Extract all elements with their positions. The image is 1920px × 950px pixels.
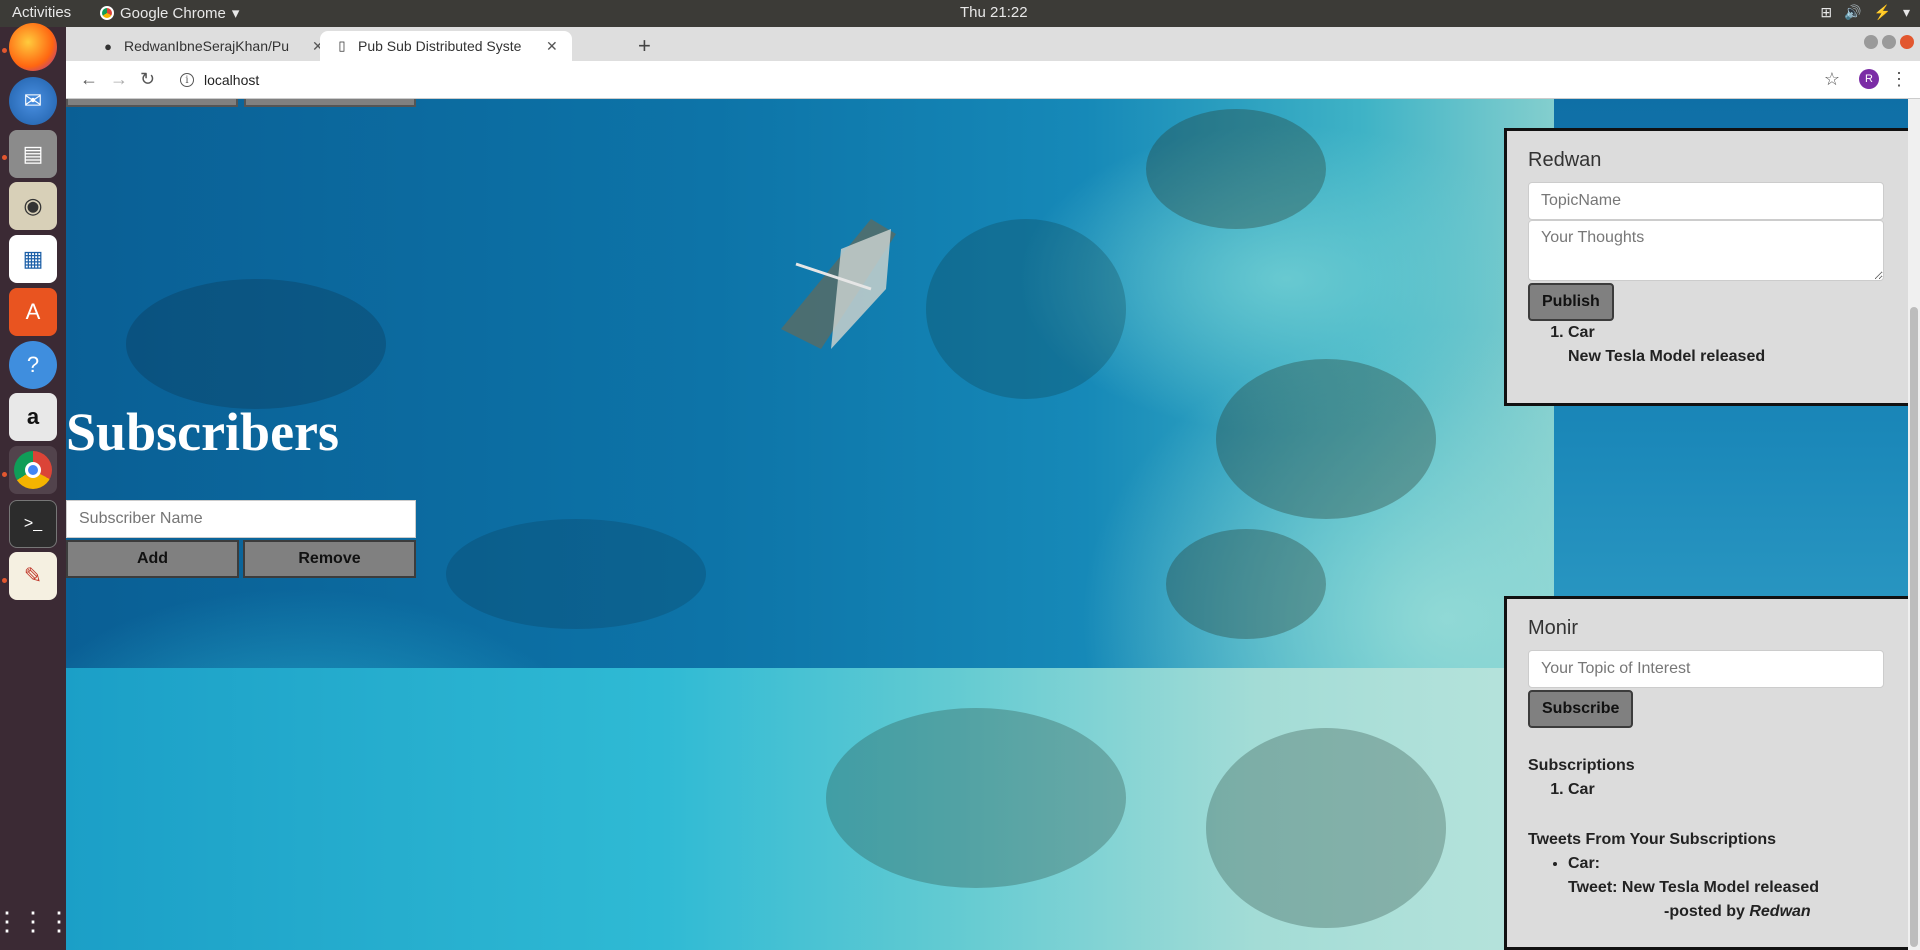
firefox-icon[interactable] (9, 23, 57, 71)
add-subscriber-button[interactable]: Add (66, 540, 239, 578)
list-item: Car New Tesla Model released (1568, 321, 1895, 369)
remove-subscriber-button[interactable]: Remove (243, 540, 416, 578)
subscriber-name: Monir (1528, 617, 1579, 639)
writer-icon[interactable]: ▦ (9, 235, 57, 283)
list-item: Car: Tweet: New Tesla Model released -po… (1568, 852, 1895, 924)
minimize-button[interactable] (1864, 35, 1878, 49)
github-icon: ● (104, 38, 112, 54)
subscriber-card: Monir Subscribe Subscriptions Car Tweets… (1504, 596, 1916, 950)
tab-title: Pub Sub Distributed Syste (358, 38, 522, 54)
window-controls (1864, 35, 1914, 49)
rhythmbox-icon[interactable]: ◉ (9, 182, 57, 230)
publish-button[interactable]: Publish (1528, 283, 1614, 321)
software-icon[interactable]: A (9, 288, 57, 336)
ocean-background-tile (66, 668, 1554, 950)
bookmark-star-icon[interactable]: ☆ (1824, 69, 1840, 90)
app-menu[interactable]: Google Chrome ▾ (100, 4, 239, 22)
publisher-name: Redwan (1528, 149, 1602, 171)
page-viewport: Subscribers Add Remove Redwan Publish Ca… (66, 99, 1920, 950)
profile-avatar[interactable]: R (1859, 69, 1879, 89)
tweet-topic: Car: (1568, 855, 1601, 872)
maximize-button[interactable] (1882, 35, 1896, 49)
publisher-card: Redwan Publish Car New Tesla Model relea… (1504, 128, 1916, 406)
page-icon: ▯ (338, 38, 346, 53)
power-menu-icon: ▾ (1902, 4, 1910, 20)
subscribers-heading: Subscribers (66, 402, 340, 462)
volume-icon: 🔊 (1844, 4, 1862, 20)
subscribe-button[interactable]: Subscribe (1528, 690, 1634, 728)
dock: ✉ ▤ ◉ ▦ A ? a >_ ✎ ⋮⋮⋮ (0, 23, 72, 950)
tweet-text: Tweet: New Tesla Model released (1568, 879, 1820, 896)
files-icon[interactable]: ▤ (9, 130, 57, 178)
tab-github[interactable]: ● RedwanIbneSerajKhan/Pu ✕ (86, 31, 338, 61)
scrolled-button-edge (66, 99, 238, 107)
url-text: localhost (204, 72, 260, 88)
tab-pubsub[interactable]: ▯ Pub Sub Distributed Syste ✕ (320, 31, 572, 61)
reload-icon[interactable]: ↻ (140, 69, 155, 90)
scrolled-button-edge (244, 99, 416, 107)
posted-by-prefix: -posted by (1664, 903, 1745, 920)
activities-button[interactable]: Activities (12, 4, 71, 21)
topic-name-input[interactable] (1528, 182, 1884, 220)
tweet-author: Redwan (1749, 903, 1811, 920)
terminal-icon[interactable]: >_ (9, 500, 57, 548)
apps-grid-icon[interactable]: ⋮⋮⋮ (0, 897, 72, 945)
text-editor-icon[interactable]: ✎ (9, 552, 57, 600)
post-text: New Tesla Model released (1568, 348, 1766, 365)
thunderbird-icon[interactable]: ✉ (9, 77, 57, 125)
subscriptions-heading: Subscriptions (1528, 757, 1635, 774)
chevron-down-icon: ▾ (231, 5, 240, 22)
tab-title: RedwanIbneSerajKhan/Pu (124, 38, 290, 54)
tweet-posted-by: -posted by Redwan (1568, 900, 1895, 924)
subscriber-name-input[interactable] (66, 500, 416, 538)
subscriptions-list: Car (1568, 778, 1895, 802)
system-tray[interactable]: ⊞ 🔊 ⚡ ▾ (1820, 4, 1910, 21)
running-indicator (2, 472, 7, 477)
close-tab-icon[interactable]: ✕ (546, 38, 558, 55)
scrollbar-thumb[interactable] (1910, 307, 1918, 947)
forward-icon[interactable]: → (110, 69, 128, 90)
shipwreck-image (781, 219, 896, 349)
close-window-button[interactable] (1900, 35, 1914, 49)
topic-of-interest-input[interactable] (1528, 650, 1884, 688)
list-item: Car (1568, 778, 1895, 802)
chrome-icon (100, 6, 114, 20)
thoughts-textarea[interactable] (1528, 220, 1884, 281)
browser-toolbar: ← → ↻ i localhost ☆ R ⋮ (66, 61, 1920, 99)
tweets-heading: Tweets From Your Subscriptions (1528, 831, 1777, 848)
running-indicator (2, 48, 7, 53)
running-indicator (2, 155, 7, 160)
battery-icon: ⚡ (1873, 4, 1891, 20)
help-icon[interactable]: ? (9, 341, 57, 389)
address-bar[interactable]: i localhost (180, 67, 259, 93)
chrome-icon[interactable] (9, 446, 57, 494)
clock[interactable]: Thu 21:22 (960, 4, 1028, 21)
page-scrollbar[interactable] (1908, 99, 1920, 950)
system-top-bar: Activities Google Chrome ▾ Thu 21:22 ⊞ 🔊… (0, 0, 1920, 27)
chrome-menu-icon[interactable]: ⋮ (1890, 69, 1908, 90)
published-posts-list: Car New Tesla Model released (1568, 321, 1895, 369)
running-indicator (2, 578, 7, 583)
tab-strip: ● RedwanIbneSerajKhan/Pu ✕ ▯ Pub Sub Dis… (66, 27, 1920, 61)
network-icon: ⊞ (1820, 4, 1833, 20)
amazon-icon[interactable]: a (9, 393, 57, 441)
new-tab-button[interactable]: + (638, 33, 651, 59)
app-menu-label: Google Chrome (120, 4, 226, 22)
site-info-icon[interactable]: i (180, 73, 194, 87)
tweets-list: Car: Tweet: New Tesla Model released -po… (1568, 852, 1895, 924)
post-topic: Car (1568, 324, 1595, 341)
back-icon[interactable]: ← (80, 69, 98, 90)
